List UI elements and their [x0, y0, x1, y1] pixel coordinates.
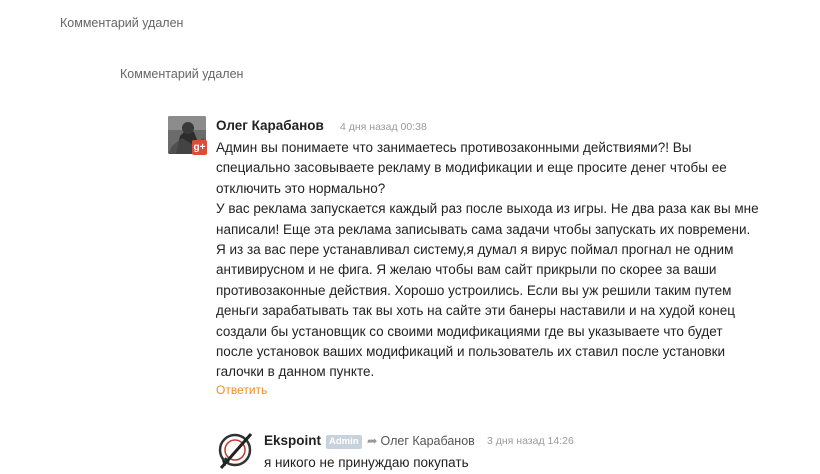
- reply-author[interactable]: Ekspoint: [264, 433, 321, 448]
- comment-line: галочки в данном пункте.: [216, 364, 375, 380]
- comment-line: создали бы установщик со своими модифика…: [216, 323, 723, 339]
- comment-line: после установок ваших модификаций и поль…: [216, 344, 726, 360]
- comment-line: противозаконные действия. Хорошо устроил…: [216, 282, 732, 298]
- admin-badge: Admin: [326, 435, 362, 449]
- reply-arrow-icon: ➦: [367, 434, 378, 448]
- comment-line: У вас реклама запускается каждый раз пос…: [216, 201, 759, 217]
- comment-body: Админ вы понимаете что занимаетесь проти…: [216, 138, 816, 383]
- reply-link[interactable]: Ответить: [216, 383, 267, 397]
- reply-body: я никого не принуждаю покупать: [264, 455, 469, 470]
- reply-timestamp[interactable]: 3 дня назад 14:26: [487, 435, 574, 447]
- deleted-comment-notice: Комментарий удален: [60, 16, 184, 30]
- comment-line: Админ вы понимаете что занимаетесь проти…: [216, 140, 692, 155]
- comment-author[interactable]: Олег Карабанов: [216, 118, 324, 133]
- comment-line: специально засовываете рекламу в модифик…: [216, 160, 727, 176]
- reply-to[interactable]: ➦ Олег Карабанов: [367, 433, 475, 448]
- deleted-comment-notice-nested: Комментарий удален: [120, 67, 244, 81]
- admin-avatar[interactable]: [215, 430, 257, 472]
- comment-line: написали! Еще эта реклама записывать сам…: [216, 221, 751, 237]
- comment-line: антивирусном и не фига. Я желаю чтобы ва…: [216, 262, 717, 278]
- logo-icon: [218, 433, 253, 469]
- comment-line: Я из за вас пере устанавливал систему,я …: [216, 242, 734, 258]
- reply-to-name: Олег Карабанов: [380, 434, 475, 448]
- comment-line: деньги зарабатывать так вы хоть на сайте…: [216, 303, 735, 319]
- google-plus-icon: g+: [192, 140, 207, 155]
- comment-line: отключить это нормально?: [216, 180, 386, 196]
- comment-timestamp[interactable]: 4 дня назад 00:38: [340, 121, 427, 133]
